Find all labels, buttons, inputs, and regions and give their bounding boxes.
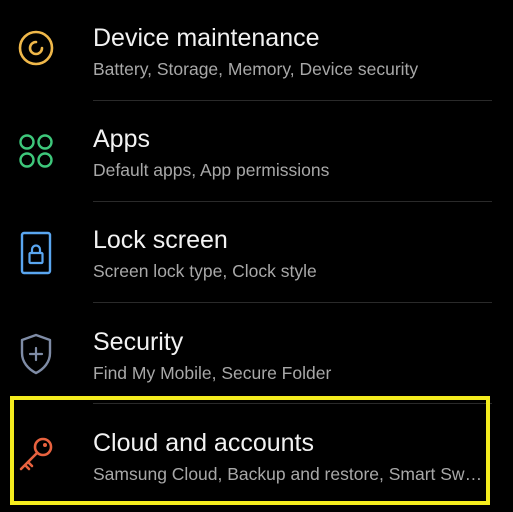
settings-item-subtitle: Default apps, App permissions <box>93 160 330 180</box>
settings-item-title: Security <box>93 328 184 356</box>
settings-item-title: Apps <box>93 125 150 153</box>
settings-item-title: Device maintenance <box>93 24 320 52</box>
settings-item-security[interactable]: Security Find My Mobile, Secure Folder <box>0 303 513 404</box>
settings-item-title: Lock screen <box>93 226 228 254</box>
apps-grid-icon <box>14 129 58 173</box>
settings-item-title: Cloud and accounts <box>93 429 314 457</box>
settings-item-subtitle: Battery, Storage, Memory, Device securit… <box>93 59 419 79</box>
settings-item-device-maintenance[interactable]: Device maintenance Battery, Storage, Mem… <box>0 0 513 101</box>
settings-item-cloud-and-accounts[interactable]: Cloud and accounts Samsung Cloud, Backup… <box>0 404 513 505</box>
device-maintenance-icon <box>14 26 58 70</box>
settings-list: Device maintenance Battery, Storage, Mem… <box>0 0 513 512</box>
settings-item-apps[interactable]: Apps Default apps, App permissions <box>0 101 513 202</box>
settings-item-subtitle: Screen lock type, Clock style <box>93 261 317 281</box>
shield-icon <box>14 332 58 376</box>
key-icon <box>14 432 58 476</box>
settings-item-subtitle: Samsung Cloud, Backup and restore, Smart… <box>93 464 485 484</box>
settings-item-subtitle: Find My Mobile, Secure Folder <box>93 363 332 383</box>
settings-item-lock-screen[interactable]: Lock screen Screen lock type, Clock styl… <box>0 202 513 303</box>
lock-icon <box>14 231 58 275</box>
